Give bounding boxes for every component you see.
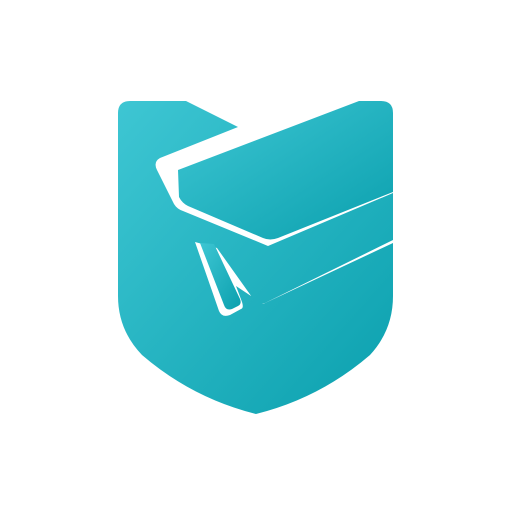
app-icon bbox=[0, 0, 512, 512]
shield-security-camera-icon bbox=[118, 101, 393, 414]
